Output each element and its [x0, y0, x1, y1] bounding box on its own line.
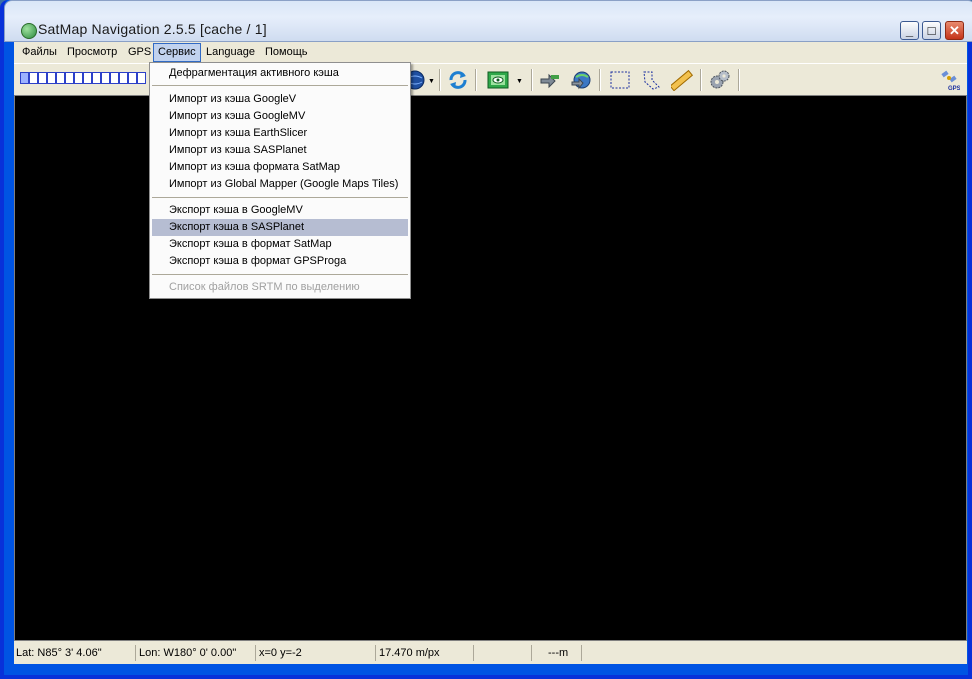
refresh-icon[interactable]: [447, 69, 469, 91]
chevron-down-icon[interactable]: ▼: [428, 78, 435, 85]
chevron-down-icon[interactable]: ▼: [516, 78, 523, 85]
zoom-step[interactable]: [128, 72, 137, 84]
menu-language[interactable]: Language: [202, 45, 259, 60]
select-poly-icon[interactable]: [640, 69, 662, 91]
zoom-step[interactable]: [83, 72, 92, 84]
layer-view-icon[interactable]: [487, 69, 509, 91]
menu-help[interactable]: Помощь: [261, 45, 312, 60]
menu-separator: [152, 197, 408, 198]
menu-item-export-satmap[interactable]: Экспорт кэша в формат SatMap: [152, 236, 408, 253]
status-xy: x=0 y=-2: [256, 645, 376, 661]
menu-item-export-gpsproga[interactable]: Экспорт кэша в формат GPSProga: [152, 253, 408, 270]
minimize-button[interactable]: _: [900, 21, 919, 40]
toolbar-separator: [738, 69, 740, 91]
menu-item-import-satmap[interactable]: Импорт из кэша формата SatMap: [152, 159, 408, 176]
menu-separator: [152, 85, 408, 86]
toolbar-separator: [475, 69, 477, 91]
zoom-step[interactable]: [47, 72, 56, 84]
zoom-step[interactable]: [20, 72, 29, 84]
title-bar[interactable]: SatMap Navigation 2.5.5 [cache / 1] _ □ …: [4, 0, 972, 42]
menu-files[interactable]: Файлы: [18, 45, 61, 60]
menu-item-srtm-file-list[interactable]: Список файлов SRTM по выделению: [152, 279, 408, 296]
menu-item-import-earthslicer[interactable]: Импорт из кэша EarthSlicer: [152, 125, 408, 142]
menu-item-export-googlemv[interactable]: Экспорт кэша в GoogleMV: [152, 202, 408, 219]
status-scale: 17.470 m/px: [376, 645, 474, 661]
status-longitude: Lon: W180° 0' 0.00": [136, 645, 256, 661]
status-distance: ---m: [532, 645, 582, 661]
zoom-level-scale[interactable]: [20, 72, 146, 86]
close-button[interactable]: ✕: [945, 21, 964, 40]
menu-bar: Файлы Просмотр GPS Сервис Language Помощ…: [14, 42, 967, 62]
menu-service[interactable]: Сервис: [153, 43, 201, 62]
toolbar-separator: [700, 69, 702, 91]
menu-item-import-googlemv[interactable]: Импорт из кэша GoogleMV: [152, 108, 408, 125]
ruler-icon[interactable]: [671, 69, 693, 91]
menu-item-import-googlev[interactable]: Импорт из кэша GoogleV: [152, 91, 408, 108]
zoom-step[interactable]: [110, 72, 119, 84]
maximize-button[interactable]: □: [922, 21, 941, 40]
zoom-step[interactable]: [74, 72, 83, 84]
toolbar-separator: [439, 69, 441, 91]
menu-item-export-sasplanet[interactable]: Экспорт кэша в SASPlanet: [152, 219, 408, 236]
zoom-step[interactable]: [119, 72, 128, 84]
zoom-step[interactable]: [101, 72, 110, 84]
status-bar: Lat: N85° 3' 4.06" Lon: W180° 0' 0.00" x…: [14, 644, 967, 662]
globe-route-icon[interactable]: [570, 69, 592, 91]
status-empty: [474, 645, 532, 661]
select-rect-icon[interactable]: [609, 69, 631, 91]
menu-view[interactable]: Просмотр: [63, 45, 121, 60]
zoom-step[interactable]: [56, 72, 65, 84]
zoom-step[interactable]: [29, 72, 38, 84]
menu-item-defragment-cache[interactable]: Дефрагментация активного кэша: [152, 65, 408, 82]
app-globe-icon: [21, 23, 37, 39]
menu-item-import-global-mapper[interactable]: Импорт из Global Mapper (Google Maps Til…: [152, 176, 408, 193]
toolbar-separator: [599, 69, 601, 91]
app-window: SatMap Navigation 2.5.5 [cache / 1] _ □ …: [0, 0, 972, 679]
toolbar-separator: [531, 69, 533, 91]
zoom-step[interactable]: [65, 72, 74, 84]
route-arrows-icon[interactable]: [539, 69, 561, 91]
menu-gps[interactable]: GPS: [124, 45, 155, 60]
zoom-step[interactable]: [38, 72, 47, 84]
service-menu-dropdown: Дефрагментация активного кэша Импорт из …: [149, 62, 411, 299]
zoom-step[interactable]: [137, 72, 146, 84]
zoom-step[interactable]: [92, 72, 101, 84]
gps-satellite-icon[interactable]: GPS: [938, 69, 960, 91]
settings-gears-icon[interactable]: [709, 69, 731, 91]
menu-separator: [152, 274, 408, 275]
window-title: SatMap Navigation 2.5.5 [cache / 1]: [38, 21, 267, 37]
menu-item-import-sasplanet[interactable]: Импорт из кэша SASPlanet: [152, 142, 408, 159]
status-info: [582, 645, 967, 661]
status-latitude: Lat: N85° 3' 4.06": [14, 645, 136, 661]
svg-text:GPS: GPS: [948, 86, 960, 91]
